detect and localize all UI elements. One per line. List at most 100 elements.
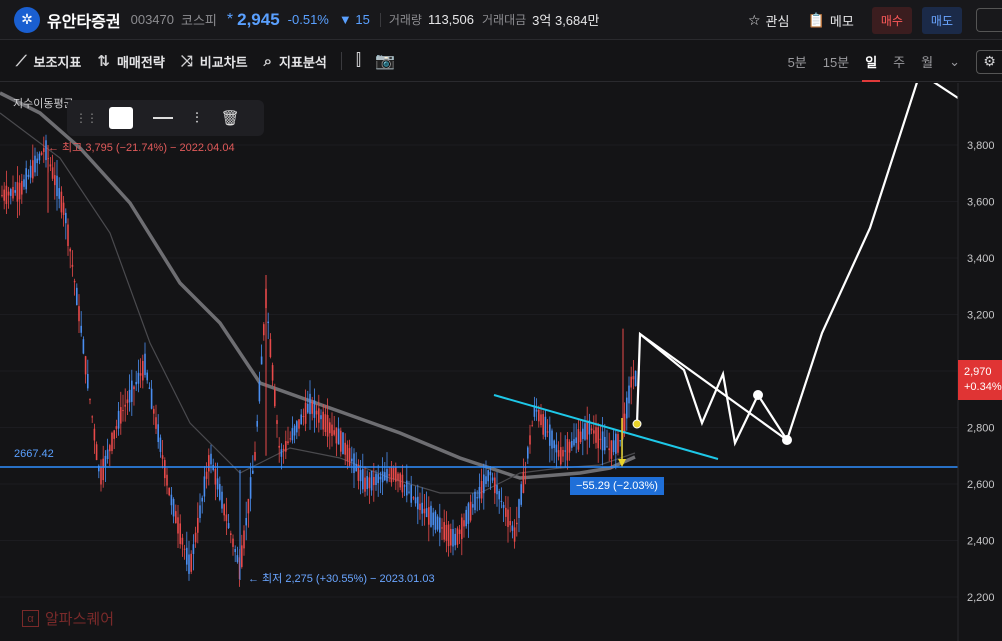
analysis-button[interactable]: ⌕ 지표분석 (264, 52, 327, 71)
candle-body (443, 522, 445, 540)
projection-path[interactable] (635, 71, 959, 447)
candle-body (395, 467, 397, 482)
candle-body (117, 410, 120, 429)
candle-body (386, 468, 388, 482)
change-percent: -0.51% (287, 12, 329, 27)
candle-body (51, 167, 54, 179)
candle-body (595, 427, 597, 443)
candle-body (606, 446, 608, 448)
period-5min[interactable]: 5분 (788, 41, 807, 82)
watermark: α 알파스퀘어 (22, 608, 114, 629)
candle-body (390, 467, 393, 483)
sliders-icon[interactable]: ⫶ (195, 110, 199, 127)
line-style-icon[interactable] (153, 117, 173, 119)
ma-short-line[interactable] (0, 112, 636, 494)
candle-body (89, 399, 91, 401)
period-month[interactable]: 월 (921, 41, 933, 82)
projection-point[interactable] (782, 435, 792, 445)
current-price-value: 2,970 (964, 366, 992, 378)
period-15min[interactable]: 15분 (823, 41, 849, 82)
buy-button[interactable]: 매수 (871, 7, 912, 34)
compare-label: 비교차트 (199, 54, 248, 70)
candlestick-icon[interactable]: ⫿ (356, 52, 361, 70)
candle-body (49, 164, 52, 167)
candle-body (65, 212, 67, 224)
candle-body (571, 440, 573, 448)
watch-button[interactable]: ☆ 관심 (748, 11, 789, 30)
candle-body (18, 182, 21, 200)
panel-toggle-button[interactable] (976, 8, 1002, 32)
candle-body (45, 140, 47, 161)
candle-body (201, 497, 203, 502)
y-tick-label: 3,200 (967, 310, 995, 322)
candle-body (150, 388, 153, 409)
gear-icon[interactable]: ⚙ (976, 49, 1002, 74)
trash-icon[interactable]: 🗑 (221, 109, 240, 127)
candle-body (197, 517, 199, 533)
candle-body (577, 429, 580, 450)
compare-button[interactable]: ⤨ 비교차트 (181, 52, 248, 71)
candle-body (172, 499, 175, 517)
change-amount: ▼ 15 (338, 12, 370, 27)
candle-body (355, 464, 357, 472)
anchor-point[interactable] (632, 419, 642, 429)
candle-body (43, 148, 45, 152)
candle-body (322, 411, 324, 430)
chart-toolbar: ⟋ 보조지표 ⇅ 매매전략 ⤨ 비교차트 ⌕ 지표분석 ⫿ 📷 5분 15분 일… (0, 41, 1002, 82)
candle-body (340, 430, 342, 452)
indicators-button[interactable]: ⟋ 보조지표 (16, 52, 81, 71)
candle-body (148, 387, 151, 389)
candle-body (507, 509, 509, 527)
candle-body (485, 476, 487, 484)
y-tick-label: 2,800 (967, 423, 995, 435)
candle-body (34, 155, 36, 173)
candle-body (298, 419, 300, 429)
candle-body (564, 450, 566, 452)
candle-body (412, 497, 415, 499)
y-tick-label: 3,600 (967, 197, 995, 209)
candle-body (309, 393, 311, 415)
memo-button[interactable]: 📋 메모 (807, 11, 853, 30)
candle-body (421, 502, 423, 514)
color-swatch[interactable] (109, 107, 133, 129)
price-chart[interactable]: 3,800 3,600 3,400 3,200 2,800 2,600 2,400 2,200… (0, 71, 1002, 641)
candle-body (582, 428, 584, 439)
candle-body (54, 175, 56, 186)
projection-point[interactable] (753, 390, 763, 400)
candle-body (579, 431, 582, 443)
candle-body (113, 430, 115, 439)
candle-body (232, 538, 234, 547)
candle-body (219, 484, 221, 500)
candle-body (258, 381, 261, 402)
candle-body (91, 416, 93, 418)
drag-handle-icon[interactable]: ⋮⋮ (75, 111, 98, 125)
candle-body (194, 532, 197, 543)
candle-body (500, 500, 503, 502)
candle-body (529, 435, 531, 445)
period-week[interactable]: 주 (893, 41, 905, 82)
stock-name[interactable]: 유안타증권 (47, 8, 121, 32)
candle-body (38, 153, 41, 161)
candle-body (505, 507, 507, 517)
candle-body (3, 189, 5, 201)
period-day[interactable]: 일 (862, 41, 881, 82)
sell-button[interactable]: 매도 (921, 7, 962, 34)
candle-body (590, 428, 593, 431)
candle-body (601, 431, 604, 451)
candle-body (531, 425, 533, 427)
drawing-toolbar: ⋮⋮ ⫶ 🗑 (67, 100, 264, 136)
y-tick-label: 2,200 (967, 592, 995, 604)
camera-icon[interactable]: 📷 (375, 51, 395, 71)
candle-body (566, 439, 569, 461)
ma-indicator-label[interactable]: 지수이동평균 (13, 95, 74, 111)
candle-body (542, 414, 544, 435)
chart-canvas[interactable]: 3,800 3,600 3,400 3,200 2,800 2,600 2,400 2,200 (0, 71, 1002, 641)
candle-body (296, 421, 298, 433)
candle-body (366, 476, 368, 490)
strategy-button[interactable]: ⇅ 매매전략 (97, 52, 164, 71)
candle-body (157, 424, 159, 443)
chevron-down-icon[interactable]: ⌄ (949, 41, 960, 82)
projection-diagonal[interactable] (639, 333, 788, 441)
candle-body (137, 372, 140, 384)
y-tick-label: 2,600 (967, 479, 995, 491)
